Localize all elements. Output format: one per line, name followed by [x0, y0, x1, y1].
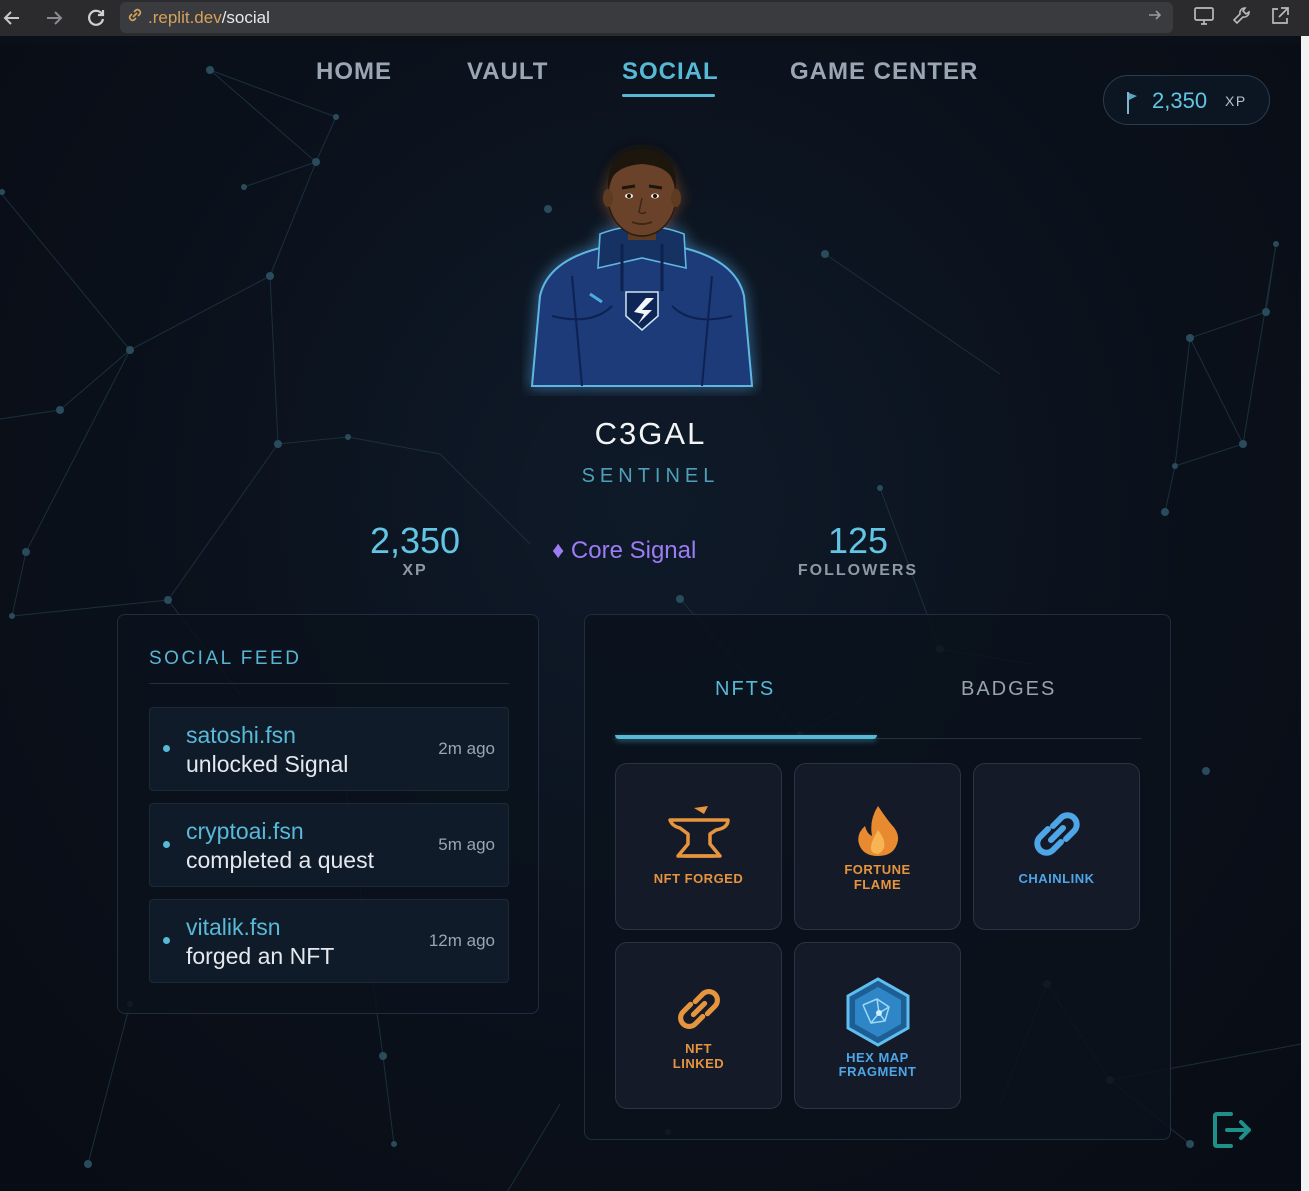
avatar: [530, 148, 754, 387]
nft-tile-nft-forged[interactable]: NFT FORGED: [615, 763, 782, 930]
divider: [149, 683, 509, 684]
profile-role: SENTINEL: [581, 465, 720, 487]
followers-stat[interactable]: 125 FOLLOWERS: [788, 520, 928, 580]
link-icon: [677, 989, 720, 1029]
followers-value: 125: [827, 520, 889, 561]
feed-user[interactable]: cryptoai.fsn: [186, 818, 304, 845]
tile-label: LINKED: [672, 1056, 725, 1071]
tile-label: FRAGMENT: [838, 1064, 917, 1079]
nft-tile-hex-map-fragment[interactable]: HEX MAP FRAGMENT: [794, 942, 961, 1109]
nav-home[interactable]: HOME: [316, 58, 392, 86]
hex-map-icon: [846, 977, 909, 1047]
social-page: HOME VAULT SOCIAL GAME CENTER 2,350 XP C…: [0, 44, 1301, 1191]
link-icon: [126, 6, 148, 29]
tile-label: FLAME: [853, 877, 902, 892]
collection-tabs: NFTS BADGES: [615, 665, 1141, 739]
feed-time: 2m ago: [438, 739, 495, 758]
tier-name: Core Signal: [570, 537, 697, 564]
open-external-icon[interactable]: [1269, 5, 1291, 27]
xp-stat: 2,350 XP: [355, 520, 475, 580]
xp-pill-value: 2,350: [1152, 88, 1208, 113]
nft-tile-fortune-flame[interactable]: FORTUNE FLAME: [794, 763, 961, 930]
nft-tile-chainlink[interactable]: CHAINLINK: [973, 763, 1140, 930]
xp-balance-pill[interactable]: 2,350 XP: [1103, 75, 1270, 125]
feed-action: forged an NFT: [186, 943, 335, 969]
url-host: .replit.dev: [148, 7, 222, 27]
nav-vault[interactable]: VAULT: [467, 58, 548, 86]
flame-icon: [857, 806, 898, 856]
reload-icon[interactable]: [80, 2, 112, 34]
go-arrow-icon[interactable]: [1147, 7, 1163, 28]
collection-panel: NFTS BADGES NFT FORGED FORTUNE FLAME CHA…: [584, 614, 1171, 1140]
tile-label: NFT FORGED: [653, 871, 744, 886]
social-feed-panel: SOCIAL FEED satoshi.fsn unlocked Signal …: [117, 614, 539, 1014]
wrench-icon[interactable]: [1231, 5, 1253, 27]
followers-label: FOLLOWERS: [797, 562, 919, 579]
tab-badges[interactable]: BADGES: [961, 678, 1056, 701]
tab-active-underline: [615, 735, 877, 739]
feed-time: 12m ago: [428, 931, 495, 950]
feed-action: completed a quest: [186, 847, 374, 873]
feed-item[interactable]: cryptoai.fsn completed a quest 5m ago: [149, 803, 509, 887]
bullet-icon: [163, 841, 170, 848]
feed-user[interactable]: satoshi.fsn: [186, 722, 296, 749]
tab-nfts[interactable]: NFTS: [715, 678, 775, 701]
tile-label: HEX MAP: [846, 1050, 909, 1065]
flag-icon: [1127, 92, 1137, 114]
diamond-icon: ♦: [552, 537, 565, 564]
social-feed-title: SOCIAL FEED: [149, 648, 302, 669]
profile-username: C3GAL: [594, 416, 707, 451]
monitor-icon[interactable]: [1193, 5, 1215, 27]
xp-stat-label: XP: [402, 562, 428, 579]
nav-social[interactable]: SOCIAL: [622, 58, 719, 86]
url-path: /social: [221, 7, 270, 27]
chain-link-icon: [1033, 812, 1080, 856]
feed-item[interactable]: satoshi.fsn unlocked Signal 2m ago: [149, 707, 509, 791]
tile-label: CHAINLINK: [1018, 871, 1095, 886]
browser-toolbar: .replit.dev/social: [0, 0, 1309, 36]
feed-time: 5m ago: [438, 835, 495, 854]
tile-label: NFT: [685, 1041, 712, 1056]
feed-user[interactable]: vitalik.fsn: [186, 914, 281, 941]
forward-icon[interactable]: [38, 2, 70, 34]
anvil-icon: [667, 806, 730, 858]
nav-game-center[interactable]: GAME CENTER: [790, 58, 978, 86]
bullet-icon: [163, 937, 170, 944]
tier-badge: ♦ Core Signal: [552, 537, 696, 565]
back-icon[interactable]: [0, 2, 28, 34]
bullet-icon: [163, 745, 170, 752]
scrollbar[interactable]: [1301, 36, 1309, 1191]
nav-active-underline: [622, 94, 715, 97]
nft-tile-nft-linked[interactable]: NFT LINKED: [615, 942, 782, 1109]
tile-label: FORTUNE: [844, 862, 911, 877]
address-bar[interactable]: .replit.dev/social: [120, 2, 1173, 33]
feed-item[interactable]: vitalik.fsn forged an NFT 12m ago: [149, 899, 509, 983]
xp-pill-unit: XP: [1225, 93, 1247, 109]
logout-icon[interactable]: [1211, 1110, 1255, 1150]
xp-stat-value: 2,350: [369, 520, 461, 561]
feed-action: unlocked Signal: [186, 751, 349, 777]
